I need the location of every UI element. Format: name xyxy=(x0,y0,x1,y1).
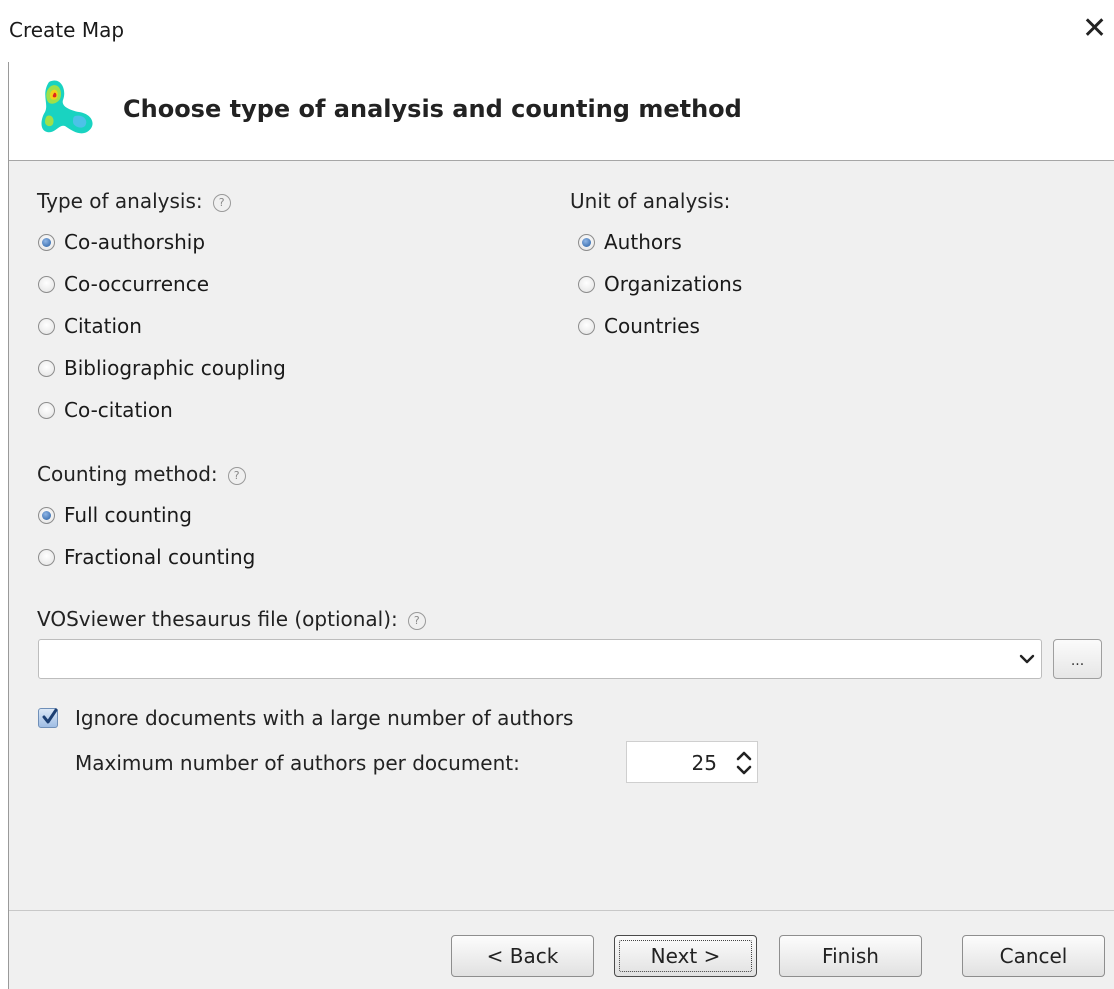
next-button[interactable]: Next > xyxy=(614,935,757,977)
max-authors-spinner[interactable]: 25 xyxy=(626,741,758,783)
cancel-button[interactable]: Cancel xyxy=(962,935,1105,977)
radio-label: Organizations xyxy=(604,272,743,296)
radio-indicator[interactable] xyxy=(578,275,595,293)
max-authors-value[interactable]: 25 xyxy=(692,751,717,775)
type-of-analysis-label: Type of analysis:? xyxy=(37,189,231,213)
thesaurus-label: VOSviewer thesaurus file (optional):? xyxy=(37,607,426,631)
ignore-docs-checkbox[interactable] xyxy=(38,708,58,728)
finish-button[interactable]: Finish xyxy=(779,935,922,977)
radio-bibliographic-coupling[interactable]: Bibliographic coupling xyxy=(38,353,286,383)
browse-button[interactable]: ... xyxy=(1053,639,1102,679)
radio-selected-indicator[interactable] xyxy=(38,506,55,524)
radio-selected-indicator[interactable] xyxy=(38,233,55,251)
radio-label: Co-authorship xyxy=(64,230,206,254)
radio-co-authorship[interactable]: Co-authorship xyxy=(38,227,205,257)
radio-selected-indicator[interactable] xyxy=(578,233,595,251)
radio-co-citation[interactable]: Co-citation xyxy=(38,395,173,425)
unit-of-analysis-label: Unit of analysis: xyxy=(570,189,731,213)
radio-countries[interactable]: Countries xyxy=(578,311,700,341)
radio-label: Bibliographic coupling xyxy=(64,356,286,380)
radio-label: Co-citation xyxy=(64,398,173,422)
page-heading: Choose type of analysis and counting met… xyxy=(123,95,742,123)
wizard-header: Choose type of analysis and counting met… xyxy=(9,62,1114,160)
radio-indicator[interactable] xyxy=(578,317,595,335)
radio-label: Co-occurrence xyxy=(64,272,209,296)
vosviewer-logo-icon xyxy=(35,74,101,144)
focus-ring xyxy=(619,940,752,972)
help-icon[interactable]: ? xyxy=(227,467,246,485)
radio-label: Authors xyxy=(604,230,682,254)
help-icon[interactable]: ? xyxy=(407,612,426,630)
counting-method-label: Counting method:? xyxy=(37,462,246,486)
close-icon[interactable]: ✕ xyxy=(1082,12,1107,46)
spinner-arrows-icon[interactable] xyxy=(735,748,753,778)
help-icon[interactable]: ? xyxy=(212,194,231,212)
radio-indicator[interactable] xyxy=(38,275,55,293)
radio-label: Fractional counting xyxy=(64,545,256,569)
radio-indicator[interactable] xyxy=(38,548,55,566)
radio-indicator[interactable] xyxy=(38,359,55,377)
radio-label: Citation xyxy=(64,314,142,338)
radio-label: Countries xyxy=(604,314,700,338)
chevron-down-icon[interactable] xyxy=(1018,650,1036,668)
radio-indicator[interactable] xyxy=(38,317,55,335)
back-button[interactable]: < Back xyxy=(451,935,594,977)
checkmark-icon xyxy=(42,708,58,724)
radio-co-occurrence[interactable]: Co-occurrence xyxy=(38,269,209,299)
max-authors-label: Maximum number of authors per document: xyxy=(75,751,520,775)
radio-label: Full counting xyxy=(64,503,192,527)
radio-authors[interactable]: Authors xyxy=(578,227,682,257)
radio-citation[interactable]: Citation xyxy=(38,311,142,341)
radio-organizations[interactable]: Organizations xyxy=(578,269,742,299)
radio-fractional-counting[interactable]: Fractional counting xyxy=(38,542,255,572)
radio-full-counting[interactable]: Full counting xyxy=(38,500,192,530)
title-bar: Create Map ✕ xyxy=(0,0,1114,62)
radio-indicator[interactable] xyxy=(38,401,55,419)
window-title: Create Map xyxy=(9,18,125,42)
ignore-docs-label: Ignore documents with a large number of … xyxy=(75,706,574,730)
thesaurus-file-combo[interactable] xyxy=(38,639,1042,679)
